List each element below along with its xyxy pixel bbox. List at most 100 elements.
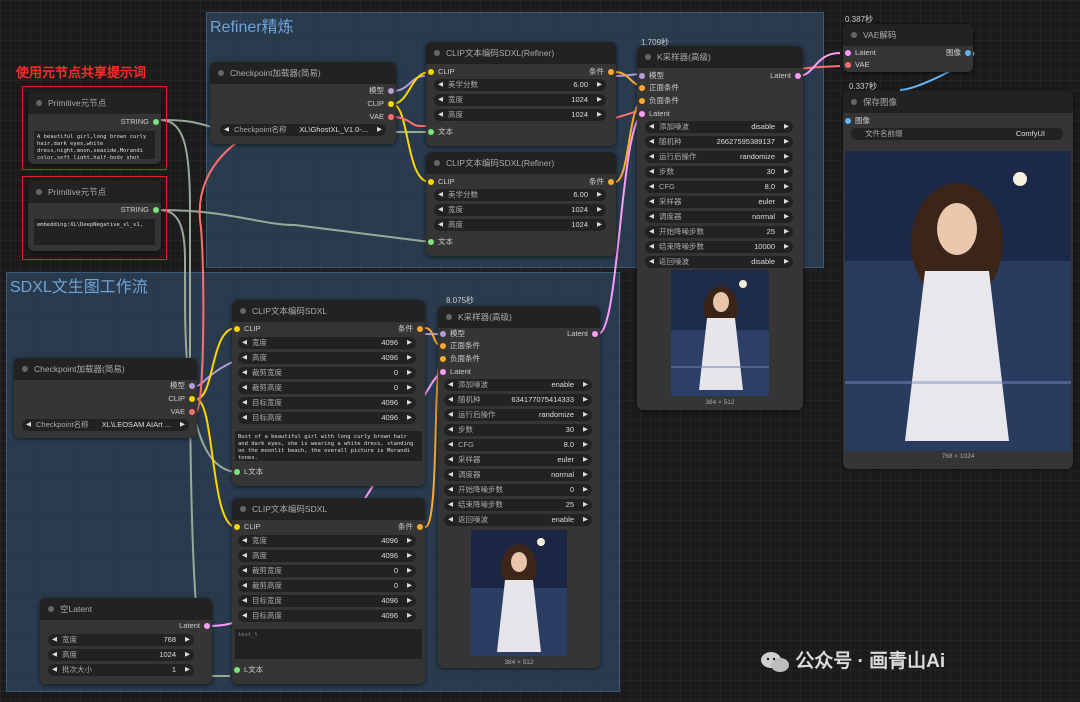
arrow-left-icon[interactable]: ◀: [649, 226, 654, 238]
arrow-left-icon[interactable]: ◀: [448, 499, 453, 511]
output-latent[interactable]: Latent: [770, 71, 801, 81]
arrow-right-icon[interactable]: ▶: [784, 181, 789, 193]
arrow-right-icon[interactable]: ▶: [784, 226, 789, 238]
node-title[interactable]: Checkpoint加载器(简易): [210, 62, 396, 84]
arrow-right-icon[interactable]: ▶: [597, 94, 602, 106]
slot-dot[interactable]: [608, 179, 614, 185]
arrow-right-icon[interactable]: ▶: [583, 484, 588, 496]
node-title[interactable]: K采样器(高级): [637, 46, 803, 68]
slot-dot[interactable]: [440, 331, 446, 337]
slot-dot[interactable]: [234, 667, 240, 673]
primitive-node[interactable]: Primitive元节点 STRING A beautiful girl,lon…: [28, 92, 161, 164]
target-width-widget[interactable]: ◀ 目标宽度 4096 ▶: [238, 595, 416, 607]
arrow-left-icon[interactable]: ◀: [26, 419, 31, 431]
arrow-right-icon[interactable]: ▶: [597, 189, 602, 201]
scheduler-widget[interactable]: ◀ 调度器 normal ▶: [444, 469, 592, 481]
input-clip[interactable]: CLIP: [234, 324, 261, 334]
slot-dot[interactable]: [639, 85, 645, 91]
arrow-right-icon[interactable]: ▶: [180, 419, 185, 431]
output-string[interactable]: STRING: [121, 117, 159, 127]
node-collapse-dot[interactable]: [434, 160, 440, 166]
input-positive[interactable]: 正面条件: [639, 83, 679, 93]
input-positive[interactable]: 正面条件: [440, 341, 480, 351]
node-title[interactable]: 保存图像: [843, 91, 1073, 113]
input-clip[interactable]: CLIP: [234, 522, 261, 532]
output-image[interactable]: 图像: [946, 48, 971, 58]
return-noise-widget[interactable]: ◀ 返回噪波 enable ▶: [444, 514, 592, 526]
steps-widget[interactable]: ◀ 步数 30 ▶: [444, 424, 592, 436]
node-collapse-dot[interactable]: [645, 54, 651, 60]
arrow-right-icon[interactable]: ▶: [407, 352, 412, 364]
arrow-left-icon[interactable]: ◀: [448, 514, 453, 526]
arrow-right-icon[interactable]: ▶: [784, 241, 789, 253]
checkpoint-loader-node[interactable]: Checkpoint加载器(简易) 模型 CLIP VAE ◀ Checkpoin…: [210, 62, 396, 144]
slot-dot[interactable]: [639, 98, 645, 104]
end-step-widget[interactable]: ◀ 结束降噪步数 10000 ▶: [645, 241, 793, 253]
arrow-right-icon[interactable]: ▶: [597, 79, 602, 91]
slot-dot[interactable]: [795, 73, 801, 79]
prompt-textarea[interactable]: text_l: [235, 629, 422, 659]
crop-width-widget[interactable]: ◀ 裁剪宽度 0 ▶: [238, 565, 416, 577]
slot-dot[interactable]: [234, 524, 240, 530]
arrow-left-icon[interactable]: ◀: [438, 79, 443, 91]
prompt-textarea[interactable]: Bust of a beautiful girl with long curly…: [235, 431, 422, 461]
add-noise-widget[interactable]: ◀ 添加噪波 enable ▶: [444, 379, 592, 391]
input-negative[interactable]: 负面条件: [639, 96, 679, 106]
input-clip[interactable]: CLIP: [428, 67, 455, 77]
arrow-left-icon[interactable]: ◀: [242, 367, 247, 379]
arrow-right-icon[interactable]: ▶: [407, 535, 412, 547]
arrow-left-icon[interactable]: ◀: [438, 204, 443, 216]
output-vae[interactable]: VAE: [370, 112, 394, 122]
arrow-right-icon[interactable]: ▶: [407, 595, 412, 607]
aesthetic-score-widget[interactable]: ◀ 美学分数 6.00 ▶: [434, 189, 606, 201]
input-text-l[interactable]: L文本: [234, 467, 263, 477]
node-title[interactable]: CLIP文本编码SDXL(Refiner): [426, 152, 616, 174]
arrow-right-icon[interactable]: ▶: [407, 382, 412, 394]
arrow-right-icon[interactable]: ▶: [784, 166, 789, 178]
slot-dot[interactable]: [189, 383, 195, 389]
output-conditioning[interactable]: 条件: [398, 324, 423, 334]
add-noise-widget[interactable]: ◀ 添加噪波 disable ▶: [645, 121, 793, 133]
slot-dot[interactable]: [639, 73, 645, 79]
slot-dot[interactable]: [440, 356, 446, 362]
arrow-left-icon[interactable]: ◀: [448, 409, 453, 421]
height-widget[interactable]: ◀ 高度 1024 ▶: [434, 109, 606, 121]
input-text-l[interactable]: L文本: [234, 665, 263, 675]
primitive-node[interactable]: Primitive元节点 STRING embedding:XL\DeepNeg…: [28, 181, 161, 251]
sampler-widget[interactable]: ◀ 采样器 euler ▶: [645, 196, 793, 208]
arrow-left-icon[interactable]: ◀: [448, 394, 453, 406]
height-widget[interactable]: ◀ 高度 1024 ▶: [48, 649, 194, 661]
node-collapse-dot[interactable]: [218, 70, 224, 76]
node-title[interactable]: VAE解码: [843, 24, 973, 46]
arrow-right-icon[interactable]: ▶: [407, 337, 412, 349]
arrow-right-icon[interactable]: ▶: [377, 124, 382, 136]
arrow-left-icon[interactable]: ◀: [438, 219, 443, 231]
input-vae[interactable]: VAE: [845, 60, 869, 70]
arrow-left-icon[interactable]: ◀: [448, 379, 453, 391]
arrow-right-icon[interactable]: ▶: [784, 211, 789, 223]
slot-dot[interactable]: [592, 331, 598, 337]
arrow-right-icon[interactable]: ▶: [407, 565, 412, 577]
slot-dot[interactable]: [428, 69, 434, 75]
cfg-widget[interactable]: ◀ CFG 8.0 ▶: [645, 181, 793, 193]
arrow-left-icon[interactable]: ◀: [448, 469, 453, 481]
node-collapse-dot[interactable]: [36, 100, 42, 106]
node-collapse-dot[interactable]: [36, 189, 42, 195]
slot-dot[interactable]: [417, 524, 423, 530]
input-latent[interactable]: Latent: [440, 367, 471, 377]
arrow-left-icon[interactable]: ◀: [438, 94, 443, 106]
slot-dot[interactable]: [639, 111, 645, 117]
output-latent[interactable]: Latent: [179, 621, 210, 631]
prompt-textarea[interactable]: embedding:XL\DeepNegative_xl_v1,: [34, 219, 155, 245]
node-title[interactable]: Primitive元节点: [28, 92, 161, 114]
input-text[interactable]: 文本: [428, 127, 453, 137]
sampler-widget[interactable]: ◀ 采样器 euler ▶: [444, 454, 592, 466]
node-title[interactable]: Checkpoint加载器(简易): [14, 358, 197, 380]
slot-dot[interactable]: [440, 343, 446, 349]
seed-widget[interactable]: ◀ 随机种 266275953891​37 ▶: [645, 136, 793, 148]
output-conditioning[interactable]: 条件: [589, 177, 614, 187]
input-latent[interactable]: Latent: [639, 109, 670, 119]
arrow-right-icon[interactable]: ▶: [583, 424, 588, 436]
arrow-left-icon[interactable]: ◀: [448, 454, 453, 466]
output-model[interactable]: 模型: [170, 381, 195, 391]
